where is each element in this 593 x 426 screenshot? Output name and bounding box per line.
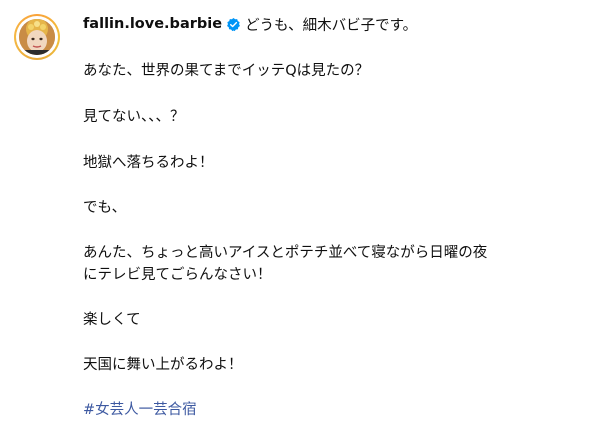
caption-line: 地獄へ落ちるわよ！ — [83, 155, 214, 171]
caption-line: にテレビ見てごらんなさい！ — [83, 267, 272, 283]
caption-body: fallin.love.barbie どうも、細木バビ子です。 あなた、世界の果… — [83, 11, 583, 418]
caption-line: でも、 — [83, 200, 127, 216]
hashtag-link[interactable]: #女芸人一芸合宿 — [83, 399, 197, 421]
caption-first-line: どうも、細木バビ子です。 — [245, 17, 418, 34]
caption-header-line: fallin.love.barbie どうも、細木バビ子です。 — [83, 11, 583, 37]
username-link[interactable]: fallin.love.barbie — [83, 16, 222, 32]
caption-line: あんた、ちょっと高いアイスとポテチ並べて寝ながら日曜の夜 — [83, 245, 488, 261]
avatar-portrait-icon — [19, 19, 55, 55]
caption-line: あなた、世界の果てまでイッテQは見たの？ — [83, 63, 370, 79]
avatar-frame — [16, 16, 58, 58]
caption-line: 見てない、、、？ — [83, 109, 185, 125]
caption-line: 天国に舞い上がるわよ！ — [83, 357, 243, 373]
instagram-post-caption: fallin.love.barbie どうも、細木バビ子です。 あなた、世界の果… — [0, 0, 593, 426]
story-ring[interactable] — [14, 14, 60, 60]
avatar[interactable] — [19, 19, 55, 55]
verified-badge-icon — [226, 17, 241, 32]
caption-paragraph: あんた、ちょっと高いアイスとポテチ並べて寝ながら日曜の夜 にテレビ見てごらんなさ… — [83, 242, 588, 286]
caption-line: 楽しくて — [83, 312, 141, 328]
